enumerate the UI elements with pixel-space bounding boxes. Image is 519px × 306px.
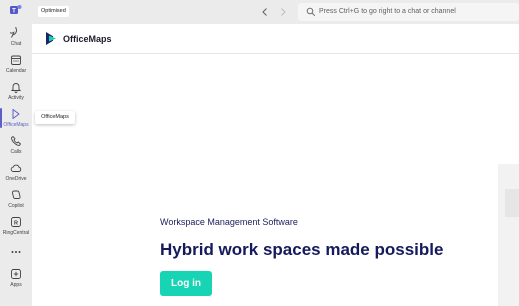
app-header: OfficeMaps: [32, 24, 519, 54]
forward-arrow-icon[interactable]: [278, 6, 288, 18]
rail-item-onedrive[interactable]: OneDrive: [0, 162, 32, 188]
more-icon: [11, 251, 21, 253]
rail-item-label: OfficeMaps: [3, 122, 29, 128]
login-button[interactable]: Log in: [160, 271, 212, 296]
app-rail: T Chat Calendar Activity OfficeMaps Call…: [0, 0, 32, 306]
rail-item-label: Activity: [8, 95, 24, 101]
rail-item-label: Apps: [10, 282, 22, 288]
optimised-badge: Optimised: [38, 6, 69, 17]
hero-subtitle: Workspace Management Software: [160, 217, 298, 227]
side-panel-strip: [498, 164, 519, 306]
officemaps-icon: [12, 109, 20, 119]
svg-text:R: R: [14, 220, 18, 226]
rail-item-calls[interactable]: Calls: [0, 135, 32, 161]
rail-item-label: Copilot: [8, 203, 24, 209]
app-title: OfficeMaps: [63, 34, 112, 44]
officemaps-logo-icon: [46, 32, 56, 45]
rail-item-ringcentral[interactable]: R RingCentral: [0, 216, 32, 242]
side-panel-handle[interactable]: [505, 189, 519, 217]
rail-item-label: Calls: [10, 149, 22, 155]
cloud-icon: [10, 164, 22, 172]
rail-tooltip: OfficeMaps: [35, 111, 75, 124]
calendar-icon: [11, 55, 21, 65]
back-arrow-icon[interactable]: [260, 6, 270, 18]
rail-item-apps[interactable]: Apps: [0, 268, 32, 294]
rail-item-label: Chat: [10, 41, 22, 47]
search-icon: [306, 7, 316, 17]
apps-icon: [11, 269, 21, 279]
title-bar: Optimised Press Ctrl+G to go right to a …: [32, 0, 519, 24]
ringcentral-icon: R: [11, 217, 21, 227]
rail-item-calendar[interactable]: Calendar: [0, 54, 32, 80]
teams-logo-icon[interactable]: T: [10, 4, 22, 16]
bell-icon: [10, 83, 22, 93]
rail-item-chat[interactable]: Chat: [0, 27, 32, 53]
hero-title: Hybrid work spaces made possible: [160, 240, 444, 259]
app-content: OfficeMaps Workspace Management Software…: [32, 24, 519, 306]
phone-icon: [11, 136, 21, 146]
rail-item-label: RingCentral: [2, 230, 30, 236]
svg-text:T: T: [12, 9, 16, 15]
rail-item-label: Calendar: [5, 68, 27, 74]
search-input[interactable]: Press Ctrl+G to go right to a chat or ch…: [298, 3, 519, 21]
rail-item-officemaps[interactable]: OfficeMaps: [0, 108, 32, 134]
copilot-icon: [11, 190, 21, 199]
search-placeholder: Press Ctrl+G to go right to a chat or ch…: [319, 8, 456, 15]
chat-icon: [10, 27, 17, 38]
rail-item-activity[interactable]: Activity: [0, 81, 32, 107]
rail-item-label: OneDrive: [5, 176, 27, 182]
rail-item-copilot[interactable]: Copilot: [0, 189, 32, 215]
